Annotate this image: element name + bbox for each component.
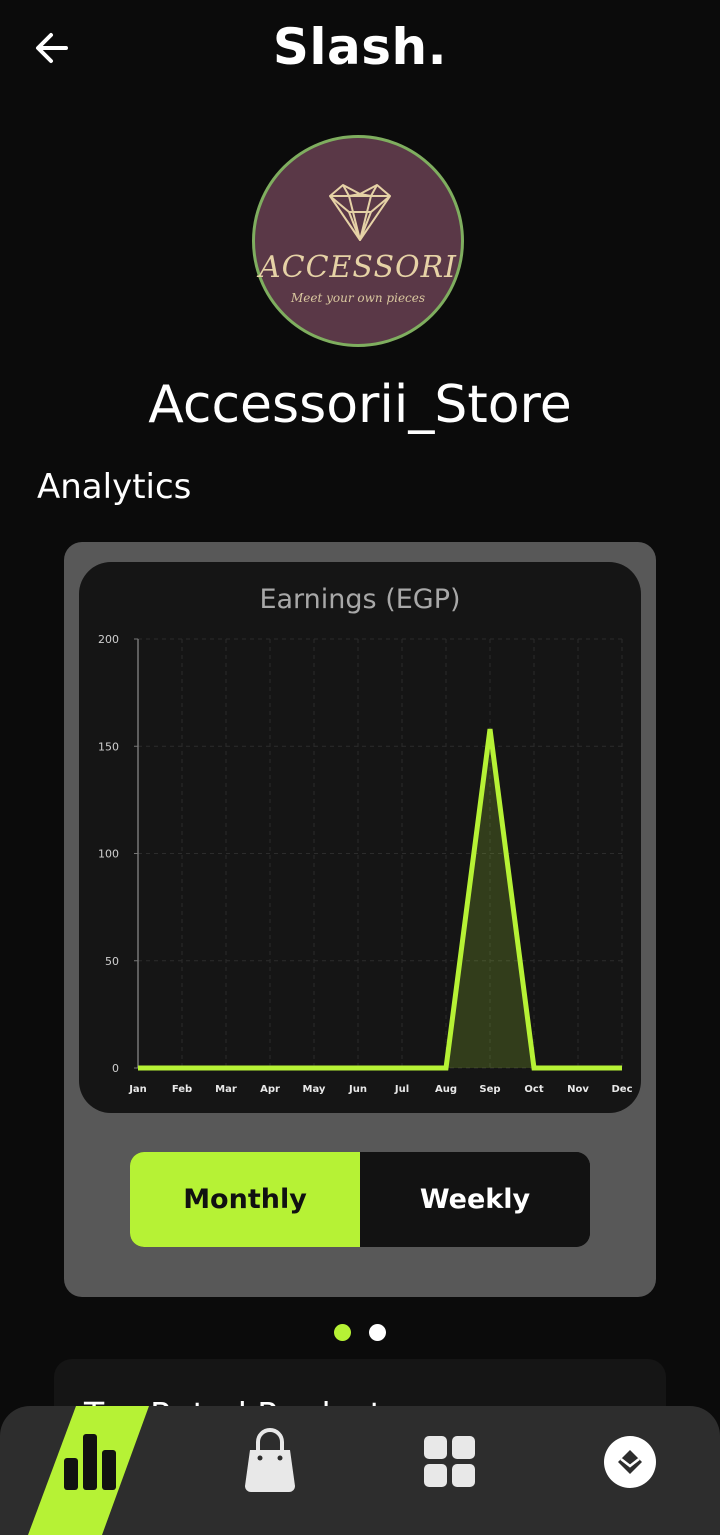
period-toggle[interactable]: Monthly Weekly [130,1152,590,1247]
x-tick-label: Aug [435,1084,457,1095]
data-point [445,1067,448,1070]
data-point [489,728,492,731]
bottom-nav [0,1406,720,1535]
diamond-badge-icon [604,1436,656,1488]
nav-profile[interactable] [600,1406,660,1535]
x-tick-label: Jul [394,1084,409,1095]
data-point [577,1067,580,1070]
data-point [533,1067,536,1070]
page-dot-1[interactable] [334,1324,351,1341]
y-tick-label: 100 [98,848,119,861]
logo-tagline: Meet your own pieces [290,291,426,305]
diamond-heart-icon [329,184,391,241]
x-tick-label: Apr [260,1084,280,1095]
x-tick-label: Jun [348,1084,367,1095]
y-tick-label: 200 [98,633,119,646]
x-tick-label: Feb [172,1084,192,1095]
store-logo: ACCESSORI Meet your own pieces [252,135,464,347]
data-point [181,1067,184,1070]
app-title: Slash. [272,18,448,76]
earnings-chart: 0 50 100 150 200 Jan Feb Mar Apr May Jun Jul Aug Sep O… [98,633,633,1095]
bar-chart-icon [28,1406,149,1535]
section-title-analytics: Analytics [37,467,192,507]
x-tick-label: Jan [128,1084,147,1095]
data-point [401,1067,404,1070]
data-point [357,1067,360,1070]
y-tick-label: 50 [105,955,119,968]
y-tick-label: 0 [112,1062,119,1075]
logo-wordmark: ACCESSORI [258,250,458,285]
page-dot-2[interactable] [369,1324,386,1341]
x-tick-label: Mar [215,1084,237,1095]
weekly-button[interactable]: Weekly [360,1152,590,1247]
nav-products[interactable] [238,1406,302,1535]
data-point [225,1067,228,1070]
x-tick-label: Dec [611,1084,632,1095]
x-tick-label: May [303,1084,326,1095]
data-point [621,1067,624,1070]
top-bar: Slash. [0,0,720,100]
data-point [313,1067,316,1070]
grid-icon [424,1436,475,1487]
store-name: Accessorii_Store [148,375,572,435]
nav-categories[interactable] [420,1406,480,1535]
series-line [138,728,622,1071]
data-point [137,1067,140,1070]
x-tick-label: Nov [567,1084,589,1095]
series-area [138,729,622,1068]
x-tick-label: Oct [524,1084,543,1095]
nav-analytics[interactable] [28,1406,153,1535]
x-tick-label: Sep [479,1084,500,1095]
monthly-button[interactable]: Monthly [130,1152,360,1247]
y-tick-label: 150 [98,740,119,753]
earnings-chart-panel: Earnings (EGP) 0 50 100 150 200 Jan Feb Mar Apr M… [79,562,641,1113]
data-point [269,1067,272,1070]
shopping-bag-icon [245,1428,295,1492]
